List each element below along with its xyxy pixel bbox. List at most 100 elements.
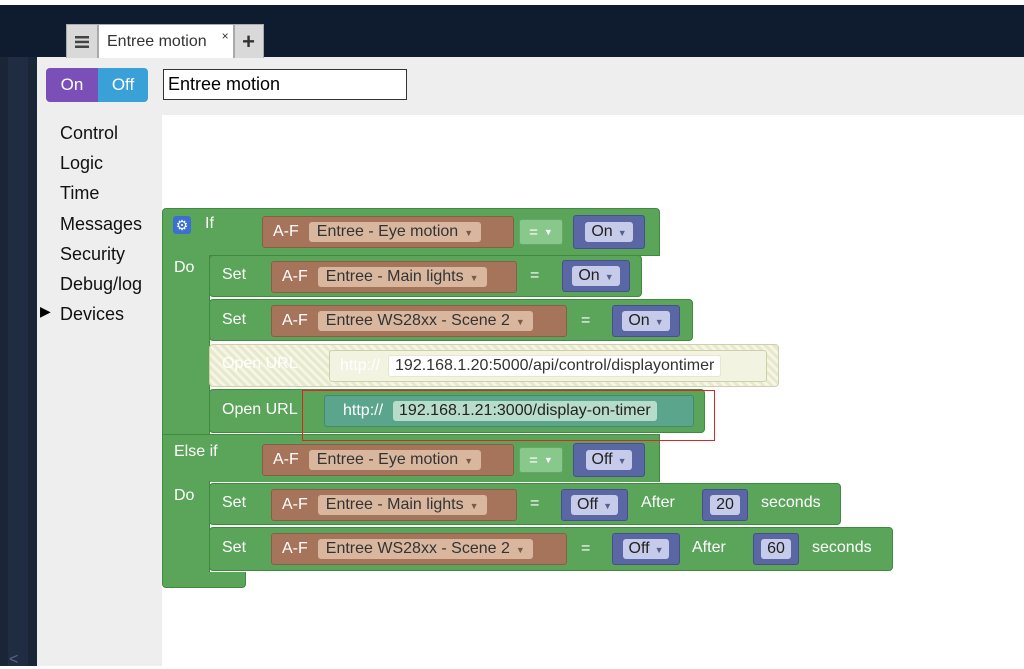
set4-device-block[interactable]: A-F Entree WS28xx - Scene 2 ▼ (271, 533, 567, 565)
set1-device-dropdown[interactable]: Entree - Main lights ▼ (317, 267, 487, 287)
elseif-value-block[interactable]: Off ▼ (573, 443, 645, 477)
set2-value-text: On (628, 312, 650, 329)
chevron-down-icon: ▼ (617, 456, 627, 466)
set2-device-value: Entree WS28xx - Scene 2 (325, 312, 510, 329)
left-rail-inner (8, 57, 28, 666)
set4-after-input[interactable]: 60 (761, 539, 791, 559)
set3-device-block[interactable]: A-F Entree - Main lights ▼ (271, 489, 517, 521)
category-devices[interactable]: Devices (60, 301, 160, 331)
set2-eq-label: = (581, 312, 591, 329)
if-device-dropdown[interactable]: Entree - Eye motion ▼ (308, 222, 482, 242)
if-device-block[interactable]: A-F Entree - Eye motion ▼ (262, 216, 514, 248)
hamburger-icon (75, 35, 89, 48)
category-list: Control Logic Time Messages Security Deb… (60, 120, 160, 331)
tab-bar: Entree motion × + (66, 24, 264, 58)
chevron-down-icon: ▼ (617, 228, 627, 238)
set2-device-dropdown[interactable]: Entree WS28xx - Scene 2 ▼ (317, 311, 533, 331)
set4-after-number-block[interactable]: 60 (753, 533, 799, 565)
if-compare-dropdown[interactable]: = ▼ (519, 219, 563, 245)
if-af-label: A-F (273, 223, 299, 240)
off-button[interactable]: Off (98, 68, 148, 102)
highlight-box (302, 390, 715, 441)
set3-seconds-label: seconds (761, 494, 821, 511)
if-label: If (205, 215, 214, 232)
category-control[interactable]: Control (60, 120, 160, 150)
if-value-text: On (591, 223, 613, 240)
tab-menu-button[interactable] (66, 24, 98, 58)
set3-after-input[interactable]: 20 (710, 495, 740, 515)
if-value-dropdown[interactable]: On ▼ (585, 222, 633, 242)
set3-af-label: A-F (282, 496, 308, 513)
if-do-spine (162, 255, 210, 435)
set2-value-dropdown[interactable]: On ▼ (622, 311, 670, 331)
url-disabled-field[interactable]: 192.168.1.20:5000/api/control/displayont… (388, 355, 722, 377)
if-block-footer (162, 572, 246, 588)
set3-device-dropdown[interactable]: Entree - Main lights ▼ (317, 495, 487, 515)
chevron-down-icon: ▼ (515, 545, 525, 555)
gear-icon[interactable]: ⚙ (173, 216, 191, 234)
open-url-disabled-label: Open URL (222, 355, 298, 372)
http-prefix-disabled: http:// (340, 357, 381, 374)
set2-label: Set (222, 311, 247, 328)
elseif-device-value: Entree - Eye motion (316, 451, 459, 468)
category-security[interactable]: Security (60, 241, 160, 271)
chevron-down-icon: ▼ (515, 317, 525, 327)
set3-label: Set (222, 494, 247, 511)
chevron-down-icon: ▼ (469, 501, 479, 511)
set2-device-block[interactable]: A-F Entree WS28xx - Scene 2 ▼ (271, 305, 567, 337)
set3-device-value: Entree - Main lights (325, 496, 464, 513)
on-off-toggle: On Off (46, 68, 148, 102)
category-time[interactable]: Time (60, 180, 160, 210)
set3-value-text: Off (577, 496, 599, 513)
set1-value-dropdown[interactable]: On ▼ (572, 266, 620, 286)
triangle-right-icon: ▶ (40, 303, 51, 319)
chevron-down-icon: ▼ (604, 272, 614, 282)
set3-eq-label: = (530, 495, 540, 512)
set1-device-value: Entree - Main lights (325, 268, 464, 285)
set4-value-dropdown[interactable]: Off ▼ (622, 539, 670, 559)
url-block-disabled[interactable]: http:// 192.168.1.20:5000/api/control/di… (329, 350, 767, 382)
category-messages[interactable]: Messages (60, 211, 160, 241)
add-tab-button[interactable]: + (233, 24, 264, 58)
set1-af-label: A-F (282, 268, 308, 285)
set3-value-dropdown[interactable]: Off ▼ (571, 495, 618, 515)
elseif-value-text: Off (591, 451, 613, 468)
else-do-label: Do (174, 487, 195, 504)
elseif-compare-dropdown[interactable]: = ▼ (519, 447, 563, 473)
set4-label: Set (222, 539, 247, 556)
else-if-label: Else if (174, 443, 218, 460)
left-rail: < (0, 57, 37, 669)
set1-eq-label: = (530, 267, 540, 284)
chevron-down-icon: ▼ (543, 227, 553, 237)
elseif-af-label: A-F (273, 451, 299, 468)
set4-device-value: Entree WS28xx - Scene 2 (325, 540, 510, 557)
tab-entree-motion[interactable]: Entree motion × (98, 24, 234, 58)
rule-name-input[interactable] (163, 69, 407, 100)
set3-after-label: After (641, 494, 675, 511)
tab-title: Entree motion (107, 32, 207, 50)
elseif-device-dropdown[interactable]: Entree - Eye motion ▼ (308, 450, 482, 470)
chevron-down-icon: ▼ (464, 228, 474, 238)
category-debug-log[interactable]: Debug/log (60, 271, 160, 301)
set4-eq-label: = (581, 540, 591, 557)
elseif-value-dropdown[interactable]: Off ▼ (585, 450, 633, 470)
chevron-down-icon: ▼ (654, 545, 664, 555)
set4-value-block[interactable]: Off ▼ (612, 533, 680, 565)
if-eq-label: = (529, 223, 538, 241)
close-icon[interactable]: × (222, 29, 229, 43)
set1-label: Set (222, 266, 247, 283)
set1-value-block[interactable]: On ▼ (562, 260, 630, 292)
elseif-eq-label: = (529, 451, 538, 469)
chevron-left-icon[interactable]: < (9, 651, 18, 669)
category-logic[interactable]: Logic (60, 150, 160, 180)
elseif-device-block[interactable]: A-F Entree - Eye motion ▼ (262, 444, 514, 476)
set2-value-block[interactable]: On ▼ (612, 305, 680, 337)
set1-device-block[interactable]: A-F Entree - Main lights ▼ (271, 261, 517, 293)
on-button[interactable]: On (46, 68, 98, 102)
set3-value-block[interactable]: Off ▼ (561, 489, 628, 521)
set3-after-number-block[interactable]: 20 (702, 489, 748, 521)
chevron-down-icon: ▼ (469, 273, 479, 283)
if-value-block[interactable]: On ▼ (573, 215, 645, 249)
set4-device-dropdown[interactable]: Entree WS28xx - Scene 2 ▼ (317, 539, 533, 559)
chevron-down-icon: ▼ (543, 455, 553, 465)
